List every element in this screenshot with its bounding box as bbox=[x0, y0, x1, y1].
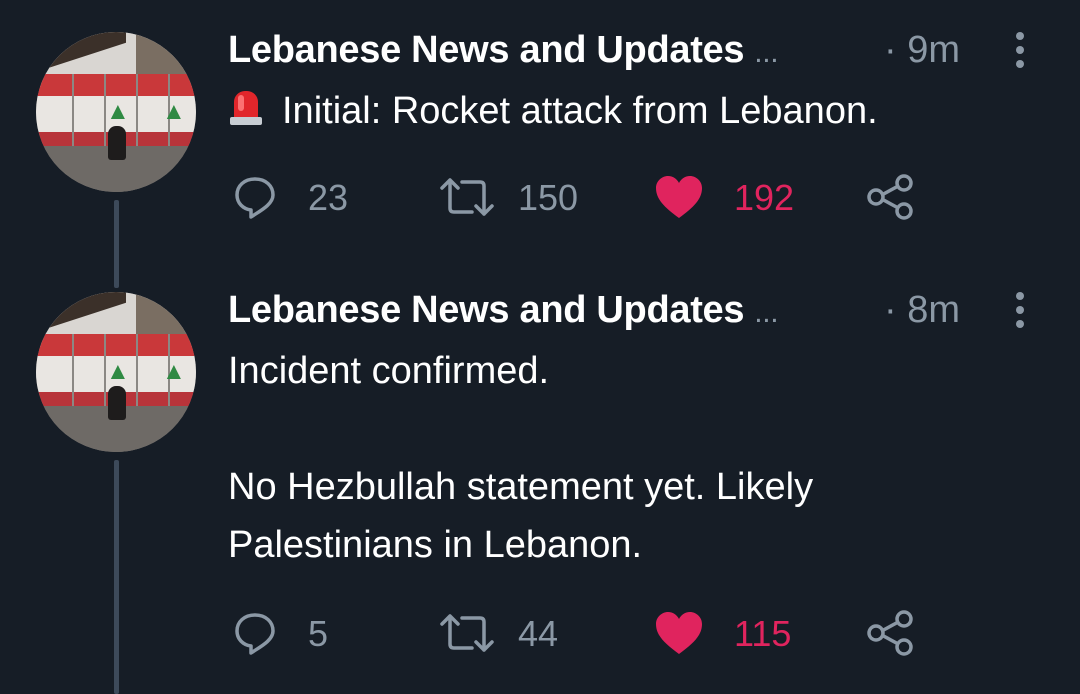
avatar[interactable]: ▲ ▲ bbox=[36, 32, 196, 192]
tweet-text-line: Palestinians in Lebanon. bbox=[228, 524, 643, 566]
tweet-actions: 23 150 192 bbox=[0, 170, 1080, 226]
tweet-text: Initial: Rocket attack from Lebanon. bbox=[228, 82, 1048, 140]
reply-icon bbox=[235, 613, 275, 655]
tweet-actions: 5 44 115 bbox=[0, 606, 1080, 662]
timestamp[interactable]: · 8m bbox=[884, 288, 960, 332]
tweet[interactable]: ▲ ▲ Lebanese News and Updates... · 9m In… bbox=[0, 0, 1080, 260]
author-name[interactable]: Lebanese News and Updates... bbox=[228, 28, 779, 75]
more-icon[interactable] bbox=[1008, 290, 1032, 334]
retweet-count: 150 bbox=[518, 177, 579, 218]
reply-count: 5 bbox=[308, 613, 329, 654]
name-ellipsis: ... bbox=[754, 36, 779, 69]
heart-icon bbox=[656, 612, 702, 654]
reply-count: 23 bbox=[308, 177, 349, 218]
retweet-icon bbox=[440, 614, 494, 652]
share-icon bbox=[867, 174, 913, 220]
tweet[interactable]: ▲ ▲ Lebanese News and Updates... · 8m In… bbox=[0, 260, 1080, 694]
tweet-text-line: Initial: Rocket attack from Lebanon. bbox=[282, 90, 878, 132]
like-count: 115 bbox=[734, 613, 792, 654]
more-icon[interactable] bbox=[1008, 30, 1032, 74]
tweet-text: Incident confirmed. No Hezbullah stateme… bbox=[228, 342, 1048, 574]
reply-icon bbox=[235, 177, 275, 219]
retweet-icon bbox=[440, 178, 494, 216]
author-name[interactable]: Lebanese News and Updates... bbox=[228, 288, 779, 335]
tweet-text-line: No Hezbullah statement yet. Likely bbox=[228, 466, 814, 508]
heart-icon bbox=[656, 176, 702, 218]
like-count: 192 bbox=[734, 177, 795, 218]
rotating-light-siren-icon bbox=[230, 91, 262, 125]
retweet-count: 44 bbox=[518, 613, 559, 654]
name-ellipsis: ... bbox=[754, 296, 779, 329]
tweet-text-line: Incident confirmed. bbox=[228, 350, 550, 392]
timestamp[interactable]: · 9m bbox=[884, 28, 960, 72]
avatar[interactable]: ▲ ▲ bbox=[36, 292, 196, 452]
share-icon bbox=[867, 610, 913, 656]
